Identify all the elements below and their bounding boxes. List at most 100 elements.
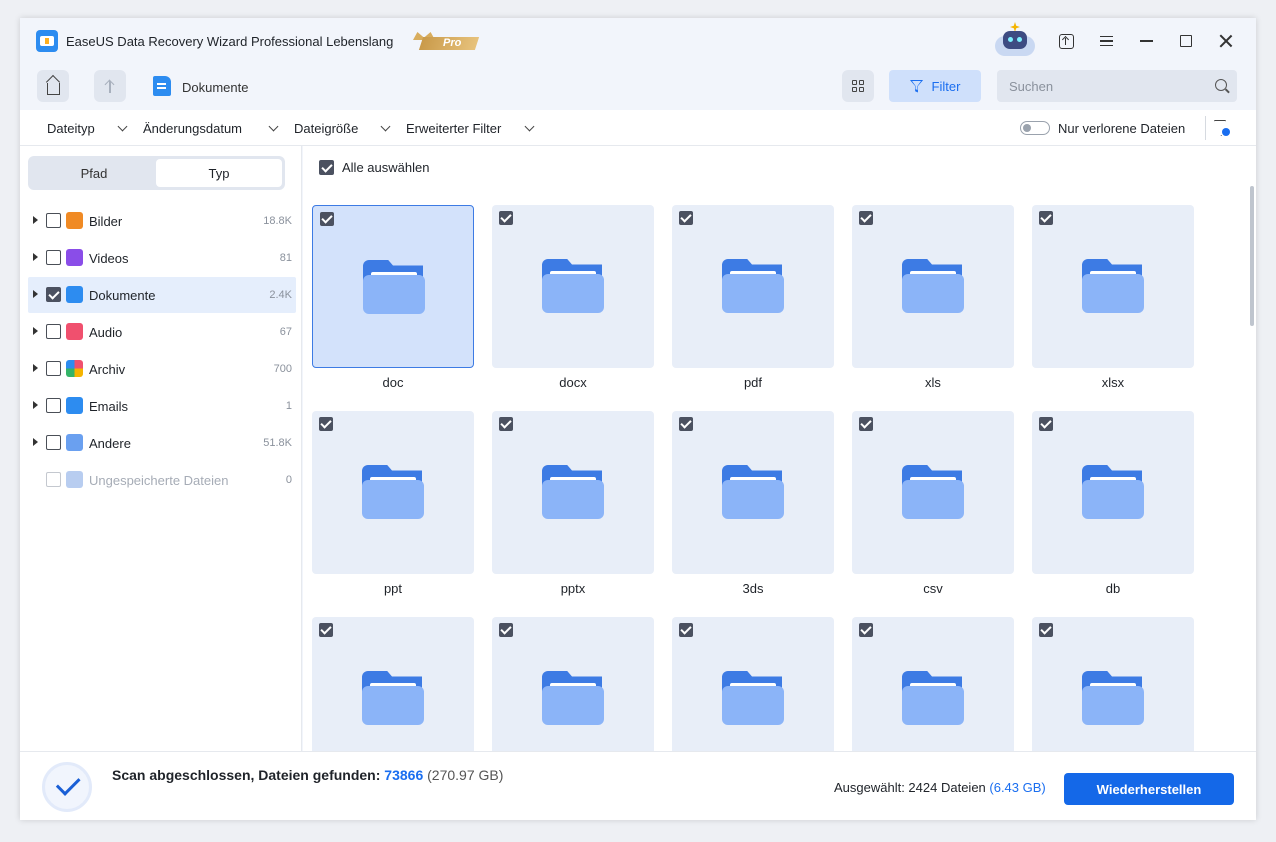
sidebar-item-other[interactable]: Andere 51.8K — [28, 425, 296, 461]
folder-card[interactable] — [1032, 617, 1194, 751]
checkbox[interactable] — [1039, 211, 1053, 225]
upload-icon — [1058, 33, 1074, 49]
folder-icon — [722, 259, 784, 313]
checkbox[interactable] — [499, 211, 513, 225]
folder-card[interactable] — [672, 617, 834, 751]
checkbox[interactable] — [320, 212, 334, 226]
advanced-filter-dropdown[interactable]: Erweiterter Filter — [406, 121, 501, 136]
recover-button[interactable]: Wiederherstellen — [1064, 773, 1234, 805]
expand-arrow-icon[interactable] — [33, 327, 38, 335]
unsaved-folder-icon — [66, 471, 83, 488]
sidebar-item-label: Videos — [89, 251, 129, 266]
close-button[interactable] — [1214, 29, 1238, 53]
checkbox[interactable] — [499, 623, 513, 637]
checkbox[interactable] — [46, 213, 61, 228]
export-button[interactable] — [1054, 29, 1078, 53]
checkbox[interactable] — [319, 623, 333, 637]
minimize-button[interactable] — [1134, 29, 1158, 53]
expand-arrow-icon[interactable] — [33, 290, 38, 298]
checkbox[interactable] — [46, 287, 61, 302]
maximize-button[interactable] — [1174, 29, 1198, 53]
up-folder-button[interactable] — [94, 70, 126, 102]
checkbox[interactable] — [499, 417, 513, 431]
sidebar-item-images[interactable]: Bilder 18.8K — [28, 203, 296, 239]
folder-card[interactable] — [312, 411, 474, 574]
search-input[interactable] — [1009, 77, 1199, 95]
checkbox[interactable] — [46, 398, 61, 413]
checkbox[interactable] — [679, 623, 693, 637]
checkbox[interactable] — [859, 211, 873, 225]
filter-button[interactable]: Filter — [889, 70, 981, 102]
folder-card[interactable] — [1032, 411, 1194, 574]
app-logo-icon — [36, 30, 58, 52]
folder-card[interactable] — [492, 617, 654, 751]
folder-label: 3ds — [742, 581, 764, 596]
checkbox[interactable] — [859, 417, 873, 431]
pro-badge-label: Pro — [443, 37, 462, 49]
expand-arrow-icon[interactable] — [33, 438, 38, 446]
tab-type[interactable]: Typ — [156, 159, 282, 187]
folder-card[interactable] — [312, 617, 474, 751]
sidebar-item-documents[interactable]: Dokumente 2.4K — [28, 277, 296, 313]
select-all-label[interactable]: Alle auswählen — [342, 160, 429, 175]
checkbox[interactable] — [859, 623, 873, 637]
folder-icon — [722, 465, 784, 519]
file-type-dropdown[interactable]: Dateityp — [47, 121, 95, 136]
checkbox[interactable] — [679, 211, 693, 225]
chevron-down-icon[interactable] — [117, 121, 128, 132]
expand-arrow-icon[interactable] — [33, 364, 38, 372]
breadcrumb[interactable]: Dokumente — [182, 80, 248, 95]
sidebar-item-videos[interactable]: Videos 81 — [28, 240, 296, 276]
modified-date-dropdown[interactable]: Änderungsdatum — [143, 121, 242, 136]
menu-button[interactable] — [1094, 29, 1118, 53]
expand-arrow-icon[interactable] — [33, 216, 38, 224]
chevron-down-icon[interactable] — [268, 121, 279, 132]
checkbox[interactable] — [1039, 623, 1053, 637]
folder-card[interactable] — [852, 617, 1014, 751]
chevron-down-icon[interactable] — [380, 121, 391, 132]
folder-card[interactable] — [672, 411, 834, 574]
divider — [1205, 116, 1206, 140]
folder-card[interactable] — [1032, 205, 1194, 368]
search-icon[interactable] — [1215, 79, 1227, 91]
lost-files-toggle[interactable] — [1020, 121, 1050, 135]
checkbox[interactable] — [679, 417, 693, 431]
sidebar-item-archive[interactable]: Archiv 700 — [28, 351, 296, 387]
expand-arrow-icon[interactable] — [33, 401, 38, 409]
folder-card[interactable] — [492, 411, 654, 574]
folder-card[interactable] — [312, 205, 474, 368]
filter-settings-icon[interactable] — [1214, 120, 1230, 136]
maximize-icon — [1180, 35, 1192, 47]
file-size-dropdown[interactable]: Dateigröße — [294, 121, 358, 136]
expand-arrow-icon[interactable] — [33, 253, 38, 261]
sidebar-item-emails[interactable]: Emails 1 — [28, 388, 296, 424]
select-all-checkbox[interactable] — [319, 160, 334, 175]
folder-label: pptx — [560, 581, 586, 596]
ai-assistant-icon[interactable] — [993, 22, 1037, 60]
folder-card[interactable] — [852, 205, 1014, 368]
home-button[interactable] — [37, 70, 69, 102]
app-window: EaseUS Data Recovery Wizard Professional… — [20, 18, 1256, 820]
checkbox[interactable] — [1039, 417, 1053, 431]
scrollbar[interactable] — [1250, 186, 1254, 326]
folder-icon — [362, 465, 424, 519]
checkbox[interactable] — [46, 250, 61, 265]
folder-card[interactable] — [852, 411, 1014, 574]
checkbox[interactable] — [319, 417, 333, 431]
checkbox[interactable] — [46, 361, 61, 376]
image-icon — [66, 212, 83, 229]
filter-button-label: Filter — [931, 78, 961, 94]
folder-card[interactable] — [492, 205, 654, 368]
close-icon — [1219, 34, 1233, 48]
sidebar-item-label: Bilder — [89, 214, 123, 229]
checkbox[interactable] — [46, 324, 61, 339]
tab-path[interactable]: Pfad — [31, 159, 157, 187]
grid-view-button[interactable] — [842, 70, 874, 102]
folder-card[interactable] — [672, 205, 834, 368]
chevron-down-icon[interactable] — [524, 121, 535, 132]
sidebar-item-audio[interactable]: Audio 67 — [28, 314, 296, 350]
folder-label: ppt — [383, 581, 403, 596]
selection-summary: Ausgewählt: 2424 Dateien (6.43 GB) — [834, 780, 1046, 795]
item-count: 67 — [279, 326, 292, 338]
checkbox[interactable] — [46, 435, 61, 450]
